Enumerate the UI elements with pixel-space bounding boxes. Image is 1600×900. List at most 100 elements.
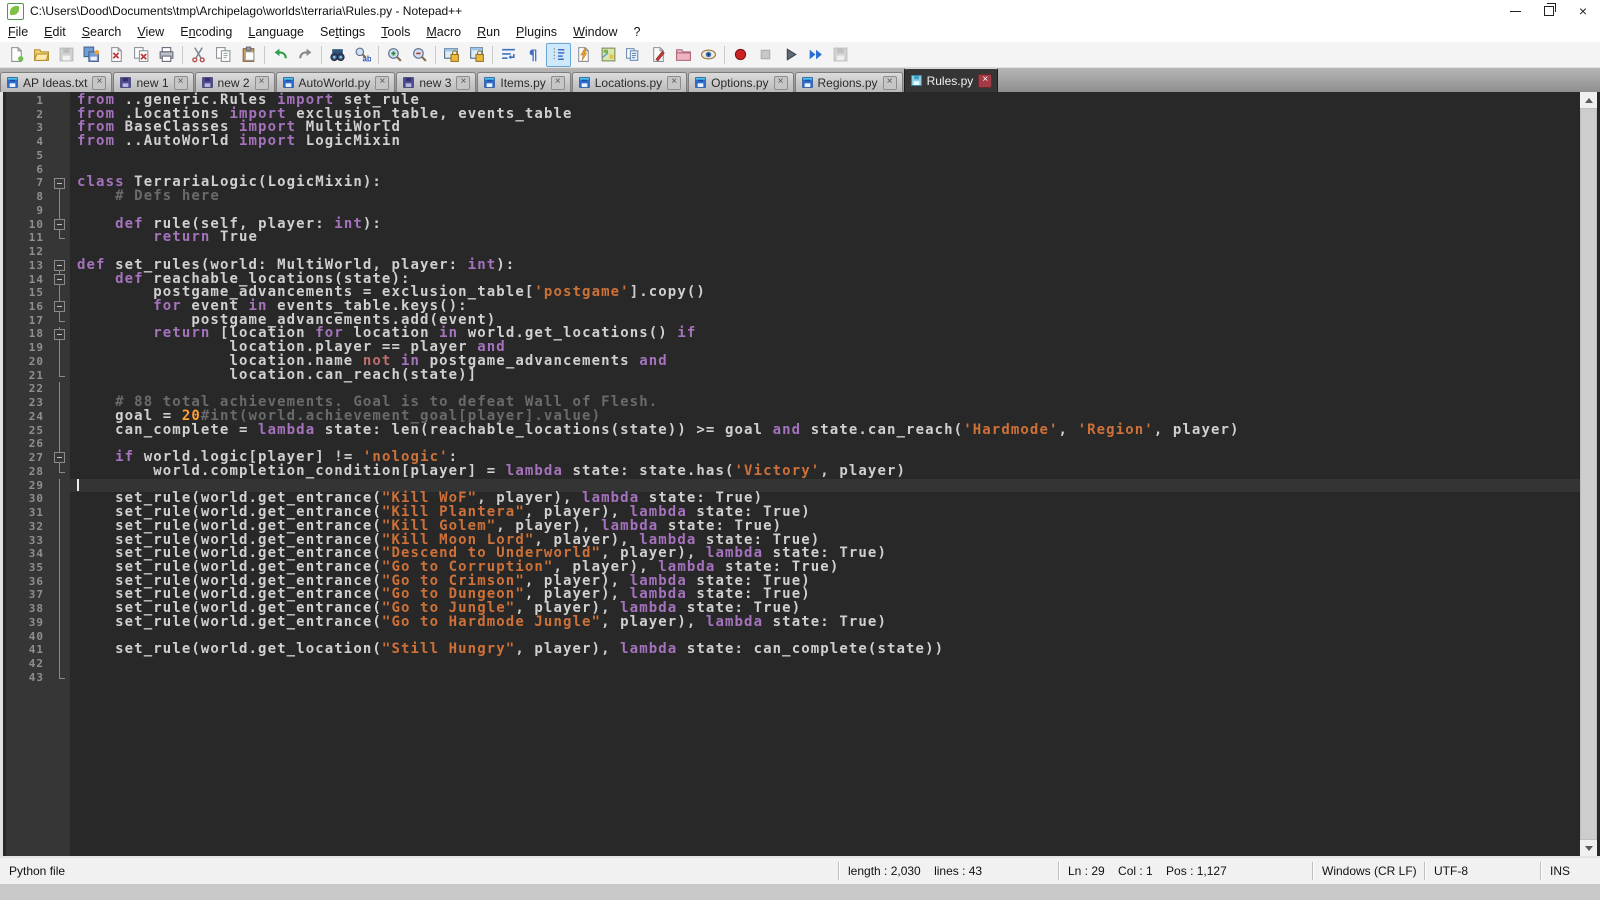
tab-close-icon[interactable]: × [883,76,897,90]
fold-toggle-icon[interactable] [50,327,70,341]
scroll-down-arrow-icon[interactable] [1580,840,1597,856]
menu-tools[interactable]: Tools [373,23,418,41]
tab-rules-py[interactable]: Rules.py× [904,67,999,92]
tab-locations-py[interactable]: Locations.py× [572,72,687,92]
code-line[interactable]: 43 [6,671,1580,685]
menu-run[interactable]: Run [469,23,508,41]
fold-toggle-icon[interactable] [50,176,70,190]
function-list-button[interactable] [571,43,596,67]
undo-button[interactable] [268,43,293,67]
menu-search[interactable]: Search [74,23,130,41]
status-bar: Python file length : 2,030 lines : 43 Ln… [0,858,1600,884]
menu-edit[interactable]: Edit [36,23,74,41]
menu-view[interactable]: View [129,23,172,41]
tab-close-icon[interactable]: × [456,76,470,90]
word-wrap-button[interactable] [496,43,521,67]
macro-record-button[interactable] [728,43,753,67]
menu-file[interactable]: File [0,23,36,41]
folder-as-workspace-button[interactable] [671,43,696,67]
document-map-button[interactable] [596,43,621,67]
menu-language[interactable]: Language [240,23,312,41]
macro-run-multiple-button[interactable] [803,43,828,67]
sync-v-scroll-button[interactable] [439,43,464,67]
copy-button[interactable] [211,43,236,67]
code-line[interactable]: 39 set_rule(world.get_entrance("Go to Ha… [6,616,1580,630]
tab-label: Items.py [500,76,545,90]
save-all-button[interactable] [79,43,104,67]
menu-macro[interactable]: Macro [418,23,469,41]
code-line[interactable]: 25 can_complete = lambda state: len(reac… [6,424,1580,438]
fold-toggle-icon[interactable] [50,300,70,314]
fold-toggle-icon[interactable] [50,259,70,273]
fold-margin [50,369,70,383]
redo-button[interactable] [293,43,318,67]
find-button[interactable] [325,43,350,67]
fold-toggle-icon[interactable] [50,451,70,465]
menu-encoding[interactable]: Encoding [172,23,240,41]
macro-run-multiple-icon [807,46,824,63]
tab-close-icon[interactable]: × [551,76,565,90]
code-text: from ..AutoWorld import LogicMixin [70,135,1580,149]
tab-regions-py[interactable]: Regions.py× [795,72,903,92]
tab-new-1[interactable]: new 1× [113,72,193,92]
tab-options-py[interactable]: Options.py× [688,72,793,92]
code-line[interactable]: 8 # Defs here [6,190,1580,204]
tab-autoworld-py[interactable]: AutoWorld.py× [276,72,396,92]
code-line[interactable]: 41 set_rule(world.get_location("Still Hu… [6,643,1580,657]
close-button[interactable]: × [1566,0,1600,22]
tab-close-icon[interactable]: × [92,76,106,90]
tab-close-icon[interactable]: × [375,76,389,90]
show-all-chars-button[interactable]: ¶ [521,43,546,67]
paste-button[interactable] [236,43,261,67]
fold-toggle-icon[interactable] [50,273,70,287]
code-text: location.can_reach(state)] [70,369,1580,383]
tab-close-icon[interactable]: × [174,76,188,90]
macro-play-button[interactable] [778,43,803,67]
print-button[interactable] [154,43,179,67]
tab-close-icon[interactable]: × [978,74,992,88]
code-line[interactable]: 28 world.completion_condition[player] = … [6,465,1580,479]
new-file-button[interactable] [4,43,29,67]
vertical-scrollbar[interactable] [1580,92,1597,856]
tab-ap-ideas-txt[interactable]: AP Ideas.txt× [0,72,112,92]
zoom-in-button[interactable] [382,43,407,67]
tab-close-icon[interactable]: × [255,76,269,90]
tab-new-3[interactable]: new 3× [396,72,476,92]
fold-margin [50,657,70,671]
zoom-out-button[interactable] [407,43,432,67]
close-all-button[interactable] [129,43,154,67]
line-number: 36 [6,575,50,589]
menu-settings[interactable]: Settings [312,23,373,41]
menu-plugins[interactable]: Plugins [508,23,565,41]
tab-close-icon[interactable]: × [667,76,681,90]
status-encoding: UTF-8 [1424,862,1540,880]
edit-markers-button[interactable] [646,43,671,67]
cut-button[interactable] [186,43,211,67]
code-line[interactable]: 7class TerrariaLogic(LogicMixin): [6,176,1580,190]
tab-items-py[interactable]: Items.py × [477,72,570,92]
fold-toggle-icon[interactable] [50,218,70,232]
editor[interactable]: 1from ..generic.Rules import set_rule2fr… [0,92,1600,858]
sync-h-scroll-button[interactable] [464,43,489,67]
close-button[interactable] [104,43,129,67]
document-list-button[interactable] [621,43,646,67]
monitoring-button[interactable] [696,43,721,67]
restore-button[interactable] [1532,0,1566,22]
code-line[interactable]: 11 return True [6,231,1580,245]
line-number: 38 [6,602,50,616]
code-line[interactable]: 42 [6,657,1580,671]
tab-new-2[interactable]: new 2× [195,72,275,92]
tab-close-icon[interactable]: × [774,76,788,90]
fold-margin [50,396,70,410]
open-button[interactable] [29,43,54,67]
replace-button[interactable]: ab [350,43,375,67]
scrollbar-thumb[interactable] [1580,108,1597,840]
minimize-button[interactable] [1498,0,1532,22]
code-line[interactable]: 4from ..AutoWorld import LogicMixin [6,135,1580,149]
menu-[interactable]: ? [626,23,649,41]
menu-window[interactable]: Window [565,23,625,41]
scroll-up-arrow-icon[interactable] [1580,92,1597,108]
code-line[interactable]: 21 location.can_reach(state)] [6,369,1580,383]
show-indent-guide-button[interactable] [546,43,571,67]
code-line[interactable]: 5 [6,149,1580,163]
